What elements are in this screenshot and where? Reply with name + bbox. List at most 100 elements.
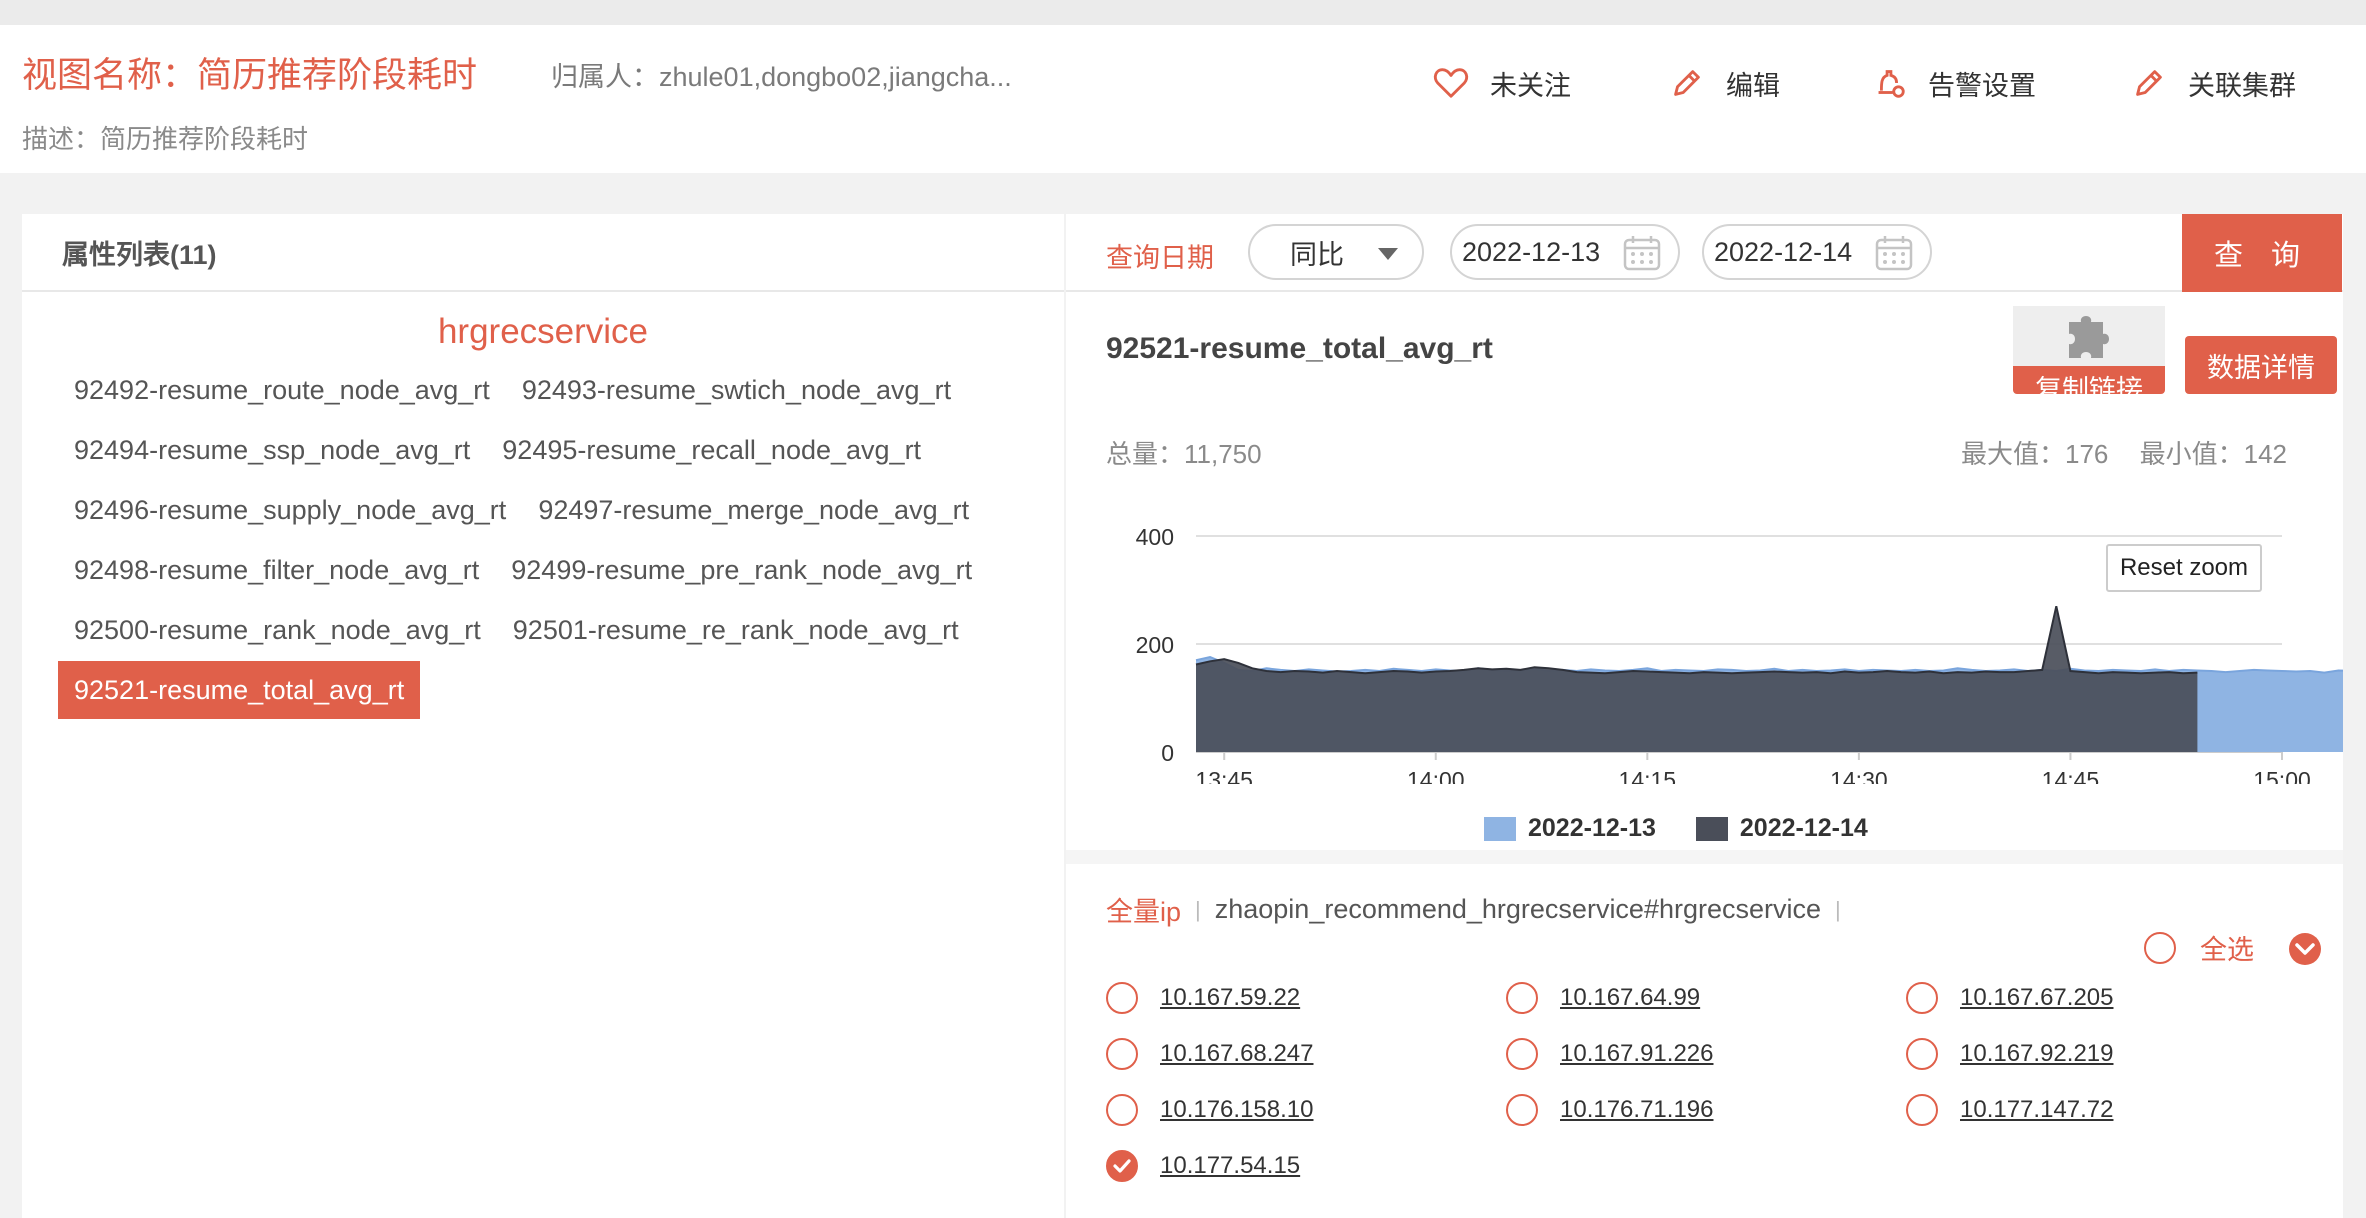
attribute-item[interactable]: 92495-resume_recall_node_avg_rt	[486, 421, 937, 479]
edit-label: 编辑	[1726, 70, 1780, 101]
ip-item[interactable]: 10.167.67.205	[1906, 982, 2113, 1014]
ip-radio[interactable]	[1906, 982, 1938, 1014]
alert-settings-button[interactable]: 告警设置	[1870, 62, 2036, 104]
service-name: hrgrecservice	[437, 312, 649, 351]
ip-radio[interactable]	[1506, 982, 1538, 1014]
x-tick-label: 15:00	[2253, 767, 2311, 784]
attribute-item[interactable]: 92493-resume_swtich_node_avg_rt	[506, 361, 967, 419]
link-cluster-button[interactable]: 关联集群	[2130, 62, 2296, 104]
legend-item-2022-12-13[interactable]: 2022-12-13	[1484, 814, 1656, 843]
ip-radio[interactable]	[1906, 1094, 1938, 1126]
plugin-placeholder	[2013, 306, 2165, 366]
view-header: 视图名称：简历推荐阶段耗时 归属人：zhule01,dongbo02,jiang…	[0, 25, 2366, 173]
attribute-row: 92500-resume_rank_node_avg_rt 92501-resu…	[58, 600, 1058, 660]
metric-title: 92521-resume_total_avg_rt	[1106, 332, 1493, 365]
attribute-row: 92494-resume_ssp_node_avg_rt 92495-resum…	[58, 420, 1058, 480]
chart-panel: 查询日期 同比 2022-12-13 2022-12-14 查 询 92521-…	[1066, 214, 2366, 1218]
y-tick-label: 400	[1136, 524, 1174, 550]
caret-down-icon	[1378, 248, 1398, 260]
query-bar: 查询日期 同比 2022-12-13 2022-12-14 查 询	[1066, 214, 2343, 292]
pencil-icon	[2136, 70, 2162, 96]
ip-radio-checked[interactable]	[1106, 1150, 1138, 1182]
date-start-value: 2022-12-13	[1462, 236, 1601, 267]
x-tick-label: 13:45	[1195, 767, 1253, 784]
x-tick-label: 14:45	[2042, 767, 2100, 784]
ip-item[interactable]: 10.177.147.72	[1906, 1094, 2113, 1126]
attribute-item[interactable]: 92500-resume_rank_node_avg_rt	[58, 601, 497, 659]
view-title: 视图名称：简历推荐阶段耗时	[22, 56, 478, 95]
ip-item[interactable]: 10.176.71.196	[1506, 1094, 1713, 1126]
ip-item[interactable]: 10.176.158.10	[1106, 1094, 1313, 1126]
edit-button[interactable]: 编辑	[1668, 62, 1780, 104]
ip-link[interactable]: 10.167.68.247	[1160, 1040, 1313, 1068]
tab-all-ip[interactable]: 全量ip	[1106, 890, 1181, 929]
top-strip	[0, 0, 2366, 25]
attribute-item[interactable]: 92496-resume_supply_node_avg_rt	[58, 481, 522, 539]
attribute-item[interactable]: 92499-resume_pre_rank_node_avg_rt	[495, 541, 988, 599]
reset-zoom-button[interactable]: Reset zoom	[2106, 544, 2262, 592]
ip-item[interactable]: 10.167.68.247	[1106, 1038, 1313, 1070]
select-all-label: 全选	[2200, 935, 2254, 965]
ip-link[interactable]: 10.177.147.72	[1960, 1096, 2113, 1124]
chart-legend: 2022-12-13 2022-12-14	[1484, 814, 1908, 843]
ip-radio[interactable]	[1506, 1094, 1538, 1126]
attribute-item-selected[interactable]: 92521-resume_total_avg_rt	[58, 661, 421, 719]
ip-item[interactable]: 10.167.59.22	[1106, 982, 1300, 1014]
tab-separator: |	[1195, 896, 1201, 922]
attribute-item[interactable]: 92494-resume_ssp_node_avg_rt	[58, 421, 486, 479]
ip-item[interactable]: 10.167.91.226	[1506, 1038, 1713, 1070]
pencil-icon	[1674, 70, 1700, 96]
data-detail-button[interactable]: 数据详情	[2185, 336, 2337, 394]
heart-icon	[1433, 68, 1469, 98]
ip-item[interactable]: 10.177.54.15	[1106, 1150, 1300, 1182]
legend-item-2022-12-14[interactable]: 2022-12-14	[1695, 814, 1868, 843]
attribute-item[interactable]: 92497-resume_merge_node_avg_rt	[522, 481, 985, 539]
select-all-radio[interactable]	[2144, 931, 2176, 964]
ip-link[interactable]: 10.167.64.99	[1560, 984, 1700, 1012]
chevron-down-circle-icon[interactable]	[2288, 932, 2322, 966]
ip-item[interactable]: 10.167.92.219	[1906, 1038, 2113, 1070]
link-cluster-label: 关联集群	[2188, 70, 2296, 101]
query-date-label: 查询日期	[1106, 243, 1214, 273]
ip-link[interactable]: 10.177.54.15	[1160, 1152, 1300, 1180]
attribute-row: 92521-resume_total_avg_rt	[58, 660, 1058, 720]
legend-label: 2022-12-14	[1739, 814, 1868, 842]
ip-link[interactable]: 10.167.92.219	[1960, 1040, 2113, 1068]
ip-link[interactable]: 10.176.158.10	[1160, 1096, 1313, 1124]
max-value: 最大值：176	[1960, 439, 2109, 469]
query-button[interactable]: 查 询	[2182, 214, 2342, 292]
ip-link[interactable]: 10.167.59.22	[1160, 984, 1300, 1012]
ip-link[interactable]: 10.167.91.226	[1560, 1040, 1713, 1068]
ip-radio[interactable]	[1506, 1038, 1538, 1070]
compare-mode-select[interactable]: 同比	[1248, 224, 1424, 280]
select-all-toggle[interactable]: 全选	[2144, 928, 2254, 967]
alert-settings-label: 告警设置	[1928, 70, 2036, 101]
calendar-icon	[1875, 236, 1913, 271]
total-value: 总量：11,750	[1106, 439, 1262, 469]
tab-service[interactable]: zhaopin_recommend_hrgrecservice#hrgrecse…	[1215, 894, 1821, 925]
date-input-end[interactable]: 2022-12-14	[1702, 224, 1932, 280]
legend-swatch	[1484, 816, 1516, 841]
alert-bell-icon	[1878, 70, 1905, 98]
legend-swatch	[1695, 816, 1728, 841]
legend-label: 2022-12-13	[1528, 814, 1656, 842]
ip-radio[interactable]	[1106, 1094, 1138, 1126]
ip-radio[interactable]	[1106, 982, 1138, 1014]
ip-link[interactable]: 10.167.67.205	[1960, 984, 2113, 1012]
date-end-value: 2022-12-14	[1714, 236, 1853, 267]
attribute-item[interactable]: 92492-resume_route_node_avg_rt	[58, 361, 506, 419]
date-input-start[interactable]: 2022-12-13	[1450, 224, 1680, 280]
y-tick-label: 200	[1136, 632, 1174, 658]
attribute-row: 92496-resume_supply_node_avg_rt 92497-re…	[58, 480, 1058, 540]
ip-radio[interactable]	[1106, 1038, 1138, 1070]
ip-radio[interactable]	[1906, 1038, 1938, 1070]
follow-button[interactable]: 未关注	[1432, 62, 1571, 104]
min-value: 最小值：142	[2139, 439, 2287, 469]
rt-chart[interactable]: 400 200 0 13:45 14:00 14:15 14:30 14:45 15:00	[1066, 484, 2366, 793]
attribute-panel: 属性列表(11) hrgrecservice 92492-resume_rout…	[22, 214, 1064, 1218]
owner-text: 归属人：zhule01,dongbo02,jiangcha...	[551, 62, 1012, 92]
attribute-item[interactable]: 92498-resume_filter_node_avg_rt	[58, 541, 495, 599]
ip-item[interactable]: 10.167.64.99	[1506, 982, 1700, 1014]
attribute-item[interactable]: 92501-resume_re_rank_node_avg_rt	[497, 601, 975, 659]
ip-link[interactable]: 10.176.71.196	[1560, 1096, 1713, 1124]
